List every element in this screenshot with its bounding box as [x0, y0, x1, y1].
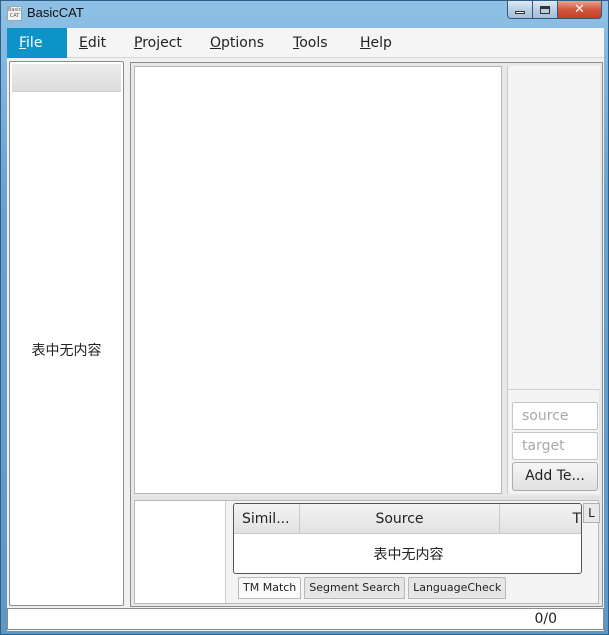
title-bar[interactable]: Basic CAT BasicCAT ✕ — [1, 1, 608, 27]
menu-tools[interactable]: Tools — [281, 28, 340, 58]
editor-area[interactable] — [134, 66, 502, 494]
tab-language-check[interactable]: LanguageCheck — [408, 577, 507, 599]
term-panel: source target Add Te... — [507, 66, 600, 494]
menu-bar: File Edit Project Options Tools Help — [7, 28, 604, 58]
close-icon: ✕ — [574, 2, 585, 17]
menu-options[interactable]: Options — [198, 28, 276, 58]
maximize-icon — [540, 5, 550, 14]
menu-edit-rest: dit — [87, 35, 107, 51]
term-list[interactable] — [508, 66, 600, 390]
close-button[interactable]: ✕ — [558, 1, 602, 19]
client-area: File Edit Project Options Tools Help 表中无… — [7, 28, 604, 631]
window-title: BasicCAT — [27, 5, 84, 20]
segment-table-header[interactable] — [12, 64, 121, 92]
menu-help-mnemonic: H — [360, 35, 371, 51]
menu-project-mnemonic: P — [134, 35, 143, 51]
minimize-icon — [515, 11, 525, 14]
segment-count: 0/0 — [534, 611, 557, 627]
bottom-left-pane[interactable] — [135, 501, 226, 603]
menu-help-rest: elp — [370, 35, 392, 51]
bottom-tabs: TM Match Segment Search LanguageCheck — [238, 577, 509, 599]
tab-segment-search[interactable]: Segment Search — [304, 577, 406, 599]
menu-file-mnemonic: F — [19, 35, 27, 51]
segment-table-empty-text: 表中无内容 — [31, 343, 102, 359]
menu-file[interactable]: File — [7, 28, 67, 58]
main-split-pane: source target Add Te... Simil... Source … — [130, 62, 603, 607]
add-term-button[interactable]: Add Te... — [512, 462, 598, 491]
menu-options-rest: ptions — [221, 35, 265, 51]
menu-file-rest: ile — [26, 35, 43, 51]
column-menu-button[interactable]: L — [583, 503, 600, 523]
menu-edit-mnemonic: E — [79, 35, 88, 51]
status-bar: 0/0 — [7, 608, 604, 630]
segment-table[interactable]: 表中无内容 — [9, 61, 124, 606]
term-target-input[interactable]: target — [512, 432, 598, 460]
term-source-input[interactable]: source — [512, 402, 598, 430]
menu-tools-rest: ools — [299, 35, 328, 51]
app-window: Basic CAT BasicCAT ✕ File Edit Project O… — [0, 0, 609, 635]
column-source[interactable]: Source — [300, 504, 500, 534]
bottom-panel: Simil... Source T 表中无内容 L TM Match Segme… — [134, 500, 600, 604]
menu-project-rest: roject — [142, 35, 182, 51]
minimize-button[interactable] — [507, 1, 533, 19]
tm-match-table[interactable]: Simil... Source T 表中无内容 — [233, 503, 582, 574]
column-target[interactable]: T — [500, 504, 581, 534]
menu-options-mnemonic: O — [210, 35, 222, 51]
tm-table-header: Simil... Source T — [234, 504, 581, 534]
maximize-button[interactable] — [533, 1, 558, 19]
column-similarity[interactable]: Simil... — [234, 504, 300, 534]
tm-table-empty-text: 表中无内容 — [373, 547, 444, 563]
tab-tm-match[interactable]: TM Match — [238, 577, 302, 599]
menu-edit[interactable]: Edit — [67, 28, 118, 58]
menu-project[interactable]: Project — [122, 28, 194, 58]
menu-help[interactable]: Help — [348, 28, 404, 58]
window-controls: ✕ — [507, 1, 602, 19]
app-logo-icon: Basic CAT — [7, 6, 22, 21]
